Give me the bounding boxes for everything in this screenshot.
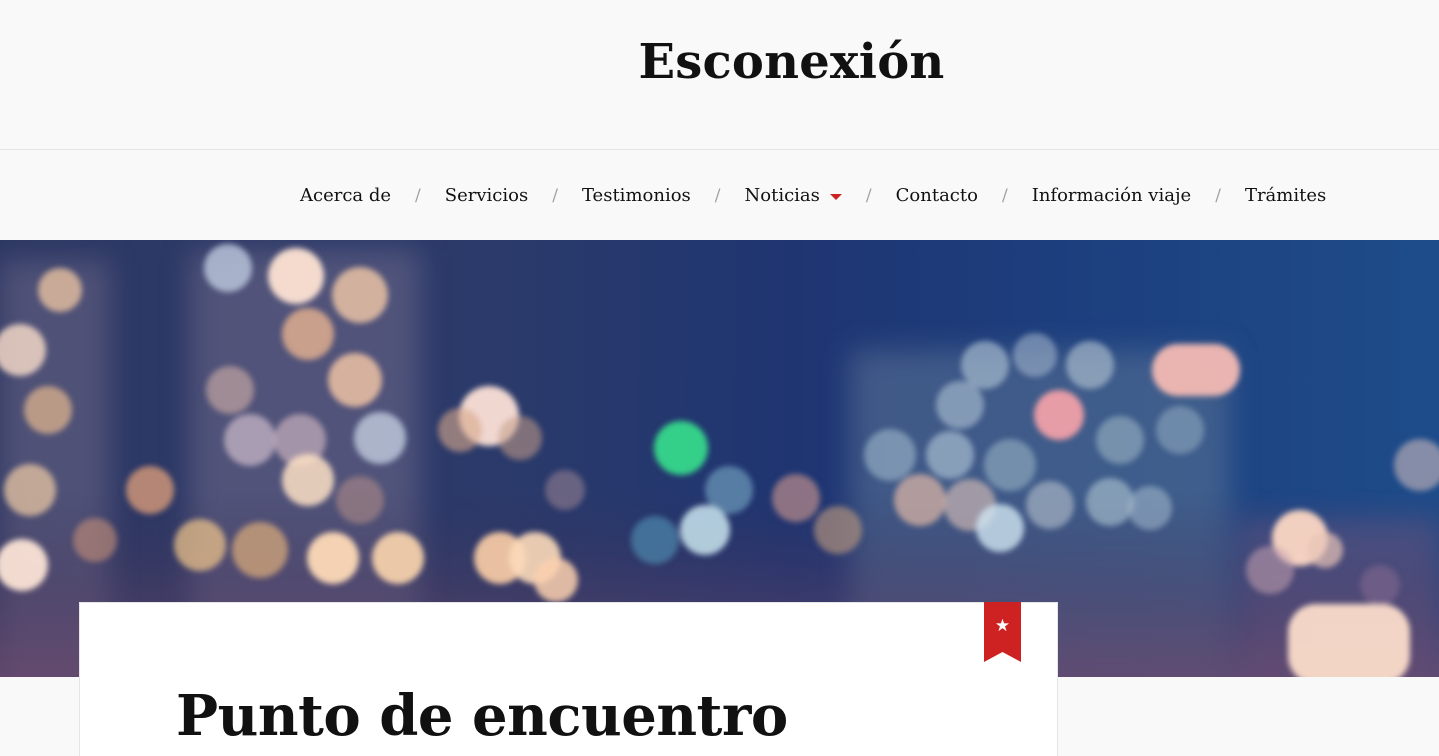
nav-separator: / (865, 185, 872, 206)
nav-menu: Acerca de / Servicios / Testimonios / No… (300, 151, 1326, 240)
star-icon: ★ (994, 616, 1011, 636)
site-title[interactable]: Esconexión (0, 34, 1439, 90)
nav-item-contacto[interactable]: Contacto (896, 185, 978, 206)
post-title[interactable]: Punto de encuentro (176, 683, 788, 749)
nav-separator: / (1215, 185, 1221, 206)
nav-item-noticias[interactable]: Noticias (745, 185, 842, 206)
nav-separator: / (415, 185, 421, 206)
site-header: Esconexión (0, 0, 1439, 150)
nav-separator: / (714, 185, 721, 206)
post-card: ★ Punto de encuentro (79, 602, 1058, 756)
dropdown-caret-icon (829, 193, 842, 200)
nav-separator: / (1001, 185, 1008, 206)
main-navigation: Acerca de / Servicios / Testimonios / No… (0, 151, 1439, 240)
nav-item-informacion-viaje[interactable]: Información viaje (1032, 185, 1192, 206)
nav-item-servicios[interactable]: Servicios (445, 185, 528, 206)
nav-separator: / (552, 185, 558, 206)
nav-item-noticias-label: Noticias (744, 185, 820, 206)
sticky-post-badge[interactable]: ★ (984, 602, 1021, 662)
nav-item-testimonios[interactable]: Testimonios (582, 185, 691, 206)
nav-item-acerca-de[interactable]: Acerca de (300, 185, 391, 206)
nav-item-tramites[interactable]: Trámites (1245, 185, 1326, 206)
